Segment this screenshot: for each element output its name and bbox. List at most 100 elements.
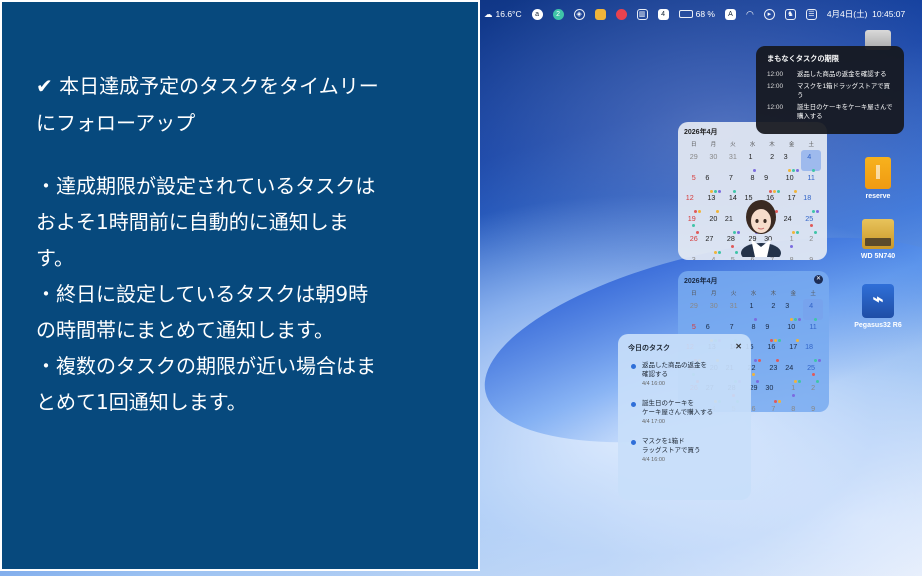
calendar-day[interactable]: 11 xyxy=(801,171,821,192)
notification-text: 返品した商品の返金を確認する xyxy=(797,71,887,78)
calendar-day[interactable]: 9 xyxy=(803,402,823,413)
body-line: ・達成期限が設定されているタスクは xyxy=(36,174,376,198)
calendar-day[interactable]: 4 xyxy=(801,150,821,172)
task-item[interactable]: 返品した商品の返金を 確認する 4/4 16:00 xyxy=(628,361,741,387)
battery-status[interactable]: 68 % xyxy=(678,0,715,28)
calendar-day[interactable]: 10 xyxy=(783,320,803,342)
calendar-day[interactable]: 18 xyxy=(803,340,823,376)
calendar-day[interactable]: 24 xyxy=(783,361,803,397)
calendar-day[interactable]: 27 xyxy=(704,232,724,254)
info-heading: ✔ 本日達成予定のタスクをタイムリー にフォローアップ xyxy=(36,68,448,142)
calendar-day[interactable]: 1 xyxy=(783,381,803,402)
calendar-day[interactable]: 30 xyxy=(704,150,724,171)
menu-extra-4[interactable] xyxy=(594,0,606,28)
calendar-day[interactable]: 4 xyxy=(704,253,724,261)
weather-status[interactable]: ☁ 16.6°C xyxy=(484,0,522,28)
body-line: す。 xyxy=(36,246,74,270)
weekday-label: 日 xyxy=(691,291,697,297)
datetime-text: 4月4日(土) 10:45:07 xyxy=(826,9,906,19)
calendar-day[interactable]: 31 xyxy=(723,150,743,171)
task-name-line: マスクを1箱ド xyxy=(642,438,685,445)
task-item[interactable]: マスクを1箱ド ラッグストアで買う 4/4 16:00 xyxy=(628,437,741,463)
calendar-day[interactable]: 16 xyxy=(763,340,783,362)
calendar-day[interactable]: 7 xyxy=(723,171,743,193)
desktop-icon-wd[interactable]: WD 5N740 xyxy=(843,219,913,260)
calendar-day[interactable]: 23 xyxy=(763,361,783,382)
calendar-day[interactable]: 3 xyxy=(684,253,704,261)
close-icon[interactable]: ✕ xyxy=(735,342,742,351)
wifi-status[interactable]: ◠ xyxy=(746,0,754,28)
calendar-day[interactable]: 19 xyxy=(684,212,704,234)
calendar-day[interactable]: 3 xyxy=(783,299,803,321)
calendar-day[interactable]: 1 xyxy=(744,299,764,321)
calendar-day[interactable]: 8 xyxy=(783,402,803,413)
weekday-label: 日 xyxy=(691,142,697,148)
calendar-day[interactable]: 9 xyxy=(762,171,782,193)
menu-extra-6[interactable]: ▥ xyxy=(636,0,648,28)
calendar-day[interactable]: 17 xyxy=(783,340,803,361)
heading-line: にフォローアップ xyxy=(36,111,196,135)
calendar-day[interactable]: 2 xyxy=(763,299,783,320)
calendar-day[interactable]: 9 xyxy=(763,320,783,342)
calendar-day[interactable]: 30 xyxy=(763,381,783,403)
notification-row: 12:00 誕生日のケーキをケーキ屋さんで購入する xyxy=(767,103,896,121)
menu-extra-2[interactable]: 2 xyxy=(552,0,564,28)
calendar-day[interactable]: 29 xyxy=(684,299,704,320)
weekday-label: 月 xyxy=(710,142,717,148)
calendar-day[interactable]: 25 xyxy=(803,361,823,383)
body-line: およそ1時間前に自動的に通知しま xyxy=(36,210,349,234)
input-mode[interactable]: A xyxy=(724,0,736,28)
calendar-day[interactable]: 7 xyxy=(763,402,783,413)
calendar-day[interactable]: 20 xyxy=(704,212,724,233)
close-icon[interactable]: ✕ xyxy=(814,275,823,284)
calendar-day[interactable]: 2 xyxy=(801,232,821,253)
calendar-day[interactable]: 1 xyxy=(743,150,763,172)
calendar-day[interactable]: 29 xyxy=(684,150,704,171)
control-center[interactable]: ☰ xyxy=(805,0,817,28)
calendar-day[interactable]: 10 xyxy=(782,171,802,193)
hard-drive-icon xyxy=(862,219,894,249)
calendar-day[interactable]: 2 xyxy=(803,381,823,402)
calendar-day[interactable]: 11 xyxy=(803,320,823,341)
calendar-day[interactable]: 13 xyxy=(704,191,724,213)
external-drive-icon xyxy=(865,157,891,189)
compass-icon: ◈ xyxy=(573,8,585,20)
calendar-day[interactable]: 4 xyxy=(803,299,823,321)
notification-title: まもなくタスクの期限 xyxy=(767,54,839,63)
calendar-day[interactable]: 12 xyxy=(684,191,704,227)
desktop-icon-label: reserve xyxy=(865,193,891,200)
cloud-icon: ☁ xyxy=(484,8,493,19)
calendar-weekday-header: 日月火水木金土 xyxy=(684,140,821,150)
today-tasks-widget[interactable]: 今日のタスク ✕ 返品した商品の返金を 確認する 4/4 16:00 誕生日のケ… xyxy=(618,334,751,500)
weekday-label: 金 xyxy=(790,291,796,297)
calendar-day[interactable]: 26 xyxy=(684,232,704,253)
task-status-dot xyxy=(631,440,636,445)
calendar-day[interactable]: 5 xyxy=(684,171,704,192)
deadline-notification[interactable]: まもなくタスクの期限 12:00 返品した商品の返金を確認する 12:00 マス… xyxy=(756,46,904,134)
calendar-day[interactable]: 9 xyxy=(801,253,821,261)
calendar-day[interactable]: 31 xyxy=(724,299,744,320)
calendar-weekday-header: 日月火水木金土 xyxy=(684,289,823,299)
calendar-day[interactable]: 8 xyxy=(743,171,763,192)
calendar-day[interactable]: 2 xyxy=(762,150,782,171)
desktop-icon-pegasus[interactable]: ⌁ Pegasus32 R6 xyxy=(843,284,913,329)
menu-extra-8[interactable]: ▸ xyxy=(763,0,775,28)
clock[interactable]: 4月4日(土) 10:45:07 xyxy=(827,0,905,28)
avatar xyxy=(741,200,781,257)
menu-extra-1[interactable]: a xyxy=(531,0,543,28)
menu-extra-9[interactable]: ♞ xyxy=(784,0,796,28)
calendar-day[interactable]: 6 xyxy=(704,171,724,193)
menu-extra-7[interactable]: 4 xyxy=(657,0,669,28)
task-item[interactable]: 誕生日のケーキを ケーキ屋さんで購入する 4/4 17:00 xyxy=(628,399,741,425)
app-status-icon: a xyxy=(531,8,543,20)
calendar-day[interactable]: 30 xyxy=(704,299,724,320)
menu-extra-5[interactable] xyxy=(615,0,627,28)
menu-extra-3[interactable]: ◈ xyxy=(573,0,585,28)
calendar-day[interactable]: 3 xyxy=(782,150,802,172)
calendar-week: 29 30 31 1 2 3 4 xyxy=(684,150,821,172)
heading-line: ✔ 本日達成予定のタスクをタイムリー xyxy=(36,74,379,98)
calendar-day[interactable]: 25 xyxy=(801,212,821,234)
desktop-icon-reserve[interactable]: reserve xyxy=(843,157,913,200)
input-mode-icon: A xyxy=(724,8,736,20)
calendar-day[interactable]: 18 xyxy=(801,191,821,227)
